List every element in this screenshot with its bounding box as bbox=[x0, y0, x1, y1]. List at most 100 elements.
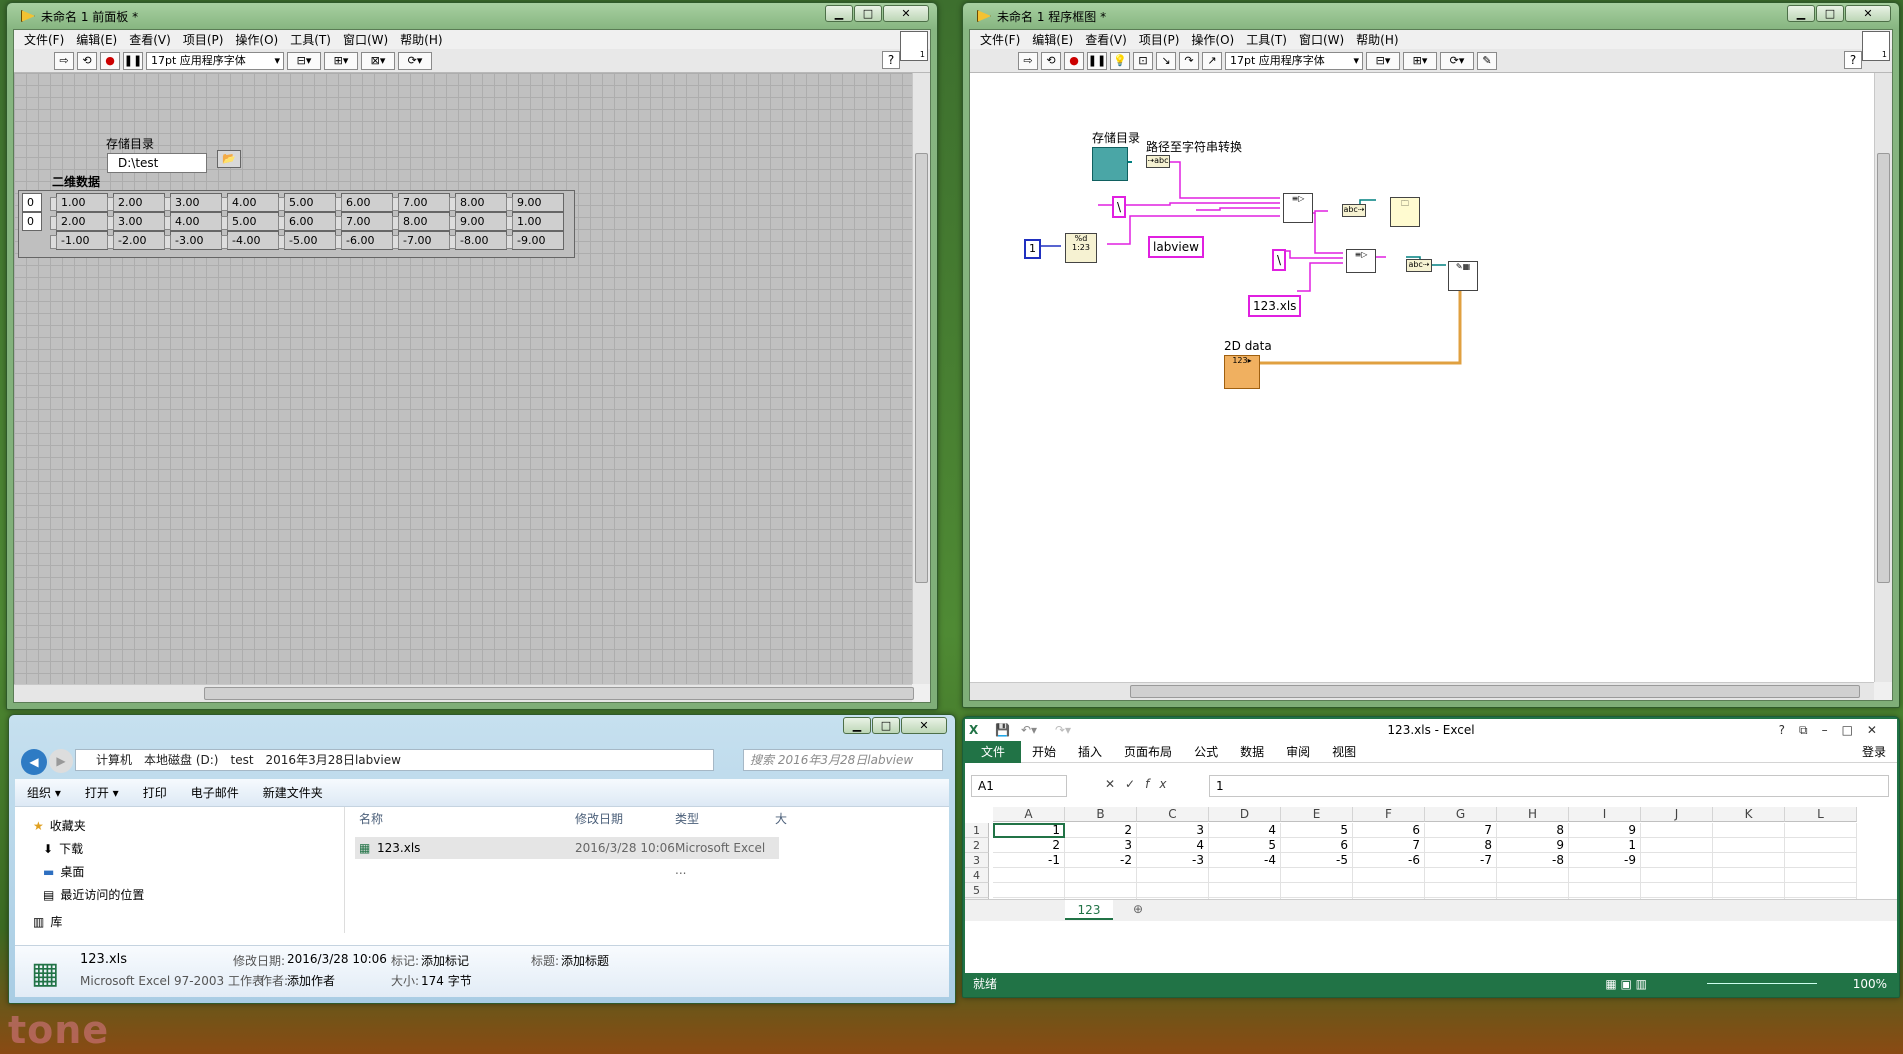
column-header[interactable]: C bbox=[1137, 807, 1209, 822]
tab-formulas[interactable]: 公式 bbox=[1183, 743, 1229, 760]
cell[interactable]: 1 bbox=[1569, 838, 1641, 853]
cell[interactable] bbox=[1713, 838, 1785, 853]
abort-icon[interactable]: ● bbox=[1064, 51, 1084, 70]
block-diagram-hscroll[interactable] bbox=[970, 682, 1874, 700]
cell[interactable]: -7 bbox=[1425, 853, 1497, 868]
cell[interactable] bbox=[1785, 853, 1857, 868]
array-cell[interactable]: 2.00 bbox=[107, 193, 165, 212]
numeric-constant-one[interactable]: 1 bbox=[1024, 239, 1041, 259]
sheet-tab[interactable]: 123 bbox=[1065, 900, 1113, 920]
cell[interactable] bbox=[1713, 823, 1785, 838]
cell[interactable] bbox=[1641, 823, 1713, 838]
backslash-constant-1[interactable]: \ bbox=[1112, 196, 1127, 218]
cell[interactable] bbox=[1785, 883, 1857, 898]
column-header[interactable]: D bbox=[1209, 807, 1281, 822]
cell[interactable] bbox=[1785, 823, 1857, 838]
cell[interactable]: 3 bbox=[1137, 823, 1209, 838]
cell[interactable] bbox=[1641, 883, 1713, 898]
run-continuously-icon[interactable]: ⟲ bbox=[1041, 51, 1061, 70]
abort-icon[interactable]: ● bbox=[100, 51, 120, 70]
cell[interactable] bbox=[1353, 883, 1425, 898]
cell[interactable]: 1 bbox=[993, 823, 1065, 838]
array-cell[interactable]: 3.00 bbox=[107, 212, 165, 231]
menu-view[interactable]: 查看(V) bbox=[123, 31, 177, 48]
forward-button-icon[interactable]: ▶ bbox=[49, 749, 73, 773]
cell[interactable] bbox=[1065, 868, 1137, 883]
cell[interactable] bbox=[1137, 868, 1209, 883]
row-header[interactable]: 5 bbox=[965, 883, 989, 898]
formula-bar[interactable]: 1 bbox=[1209, 775, 1889, 797]
tab-review[interactable]: 审阅 bbox=[1275, 743, 1321, 760]
nav-libraries[interactable]: ▥ 库 bbox=[33, 913, 62, 930]
pause-icon[interactable]: ❚❚ bbox=[1087, 51, 1107, 70]
cell[interactable]: 7 bbox=[1353, 838, 1425, 853]
cell[interactable] bbox=[1425, 868, 1497, 883]
column-header[interactable]: E bbox=[1281, 807, 1353, 822]
breadcrumb-drive[interactable]: 本地磁盘 (D:) bbox=[144, 750, 218, 770]
menu-window[interactable]: 窗口(W) bbox=[1293, 31, 1350, 48]
cell[interactable] bbox=[1641, 838, 1713, 853]
array-cell[interactable]: 6.00 bbox=[278, 212, 336, 231]
tab-insert[interactable]: 插入 bbox=[1067, 743, 1113, 760]
tab-view[interactable]: 视图 bbox=[1321, 743, 1367, 760]
cell[interactable] bbox=[1137, 883, 1209, 898]
font-selector[interactable]: 17pt 应用程序字体 bbox=[1225, 51, 1363, 70]
zoom-level[interactable]: 100% bbox=[1853, 973, 1887, 995]
resize-icon[interactable]: ⊠▾ bbox=[361, 51, 395, 70]
column-type[interactable]: 类型 bbox=[675, 807, 699, 831]
cell[interactable] bbox=[1569, 883, 1641, 898]
hscroll-thumb[interactable] bbox=[1130, 685, 1860, 698]
highlight-execution-icon[interactable]: 💡 bbox=[1110, 51, 1130, 70]
array-cell[interactable]: 4.00 bbox=[164, 212, 222, 231]
close-button[interactable]: ✕ bbox=[883, 5, 929, 22]
breadcrumb-test[interactable]: test bbox=[230, 750, 253, 770]
step-out-icon[interactable]: ↗ bbox=[1202, 51, 1222, 70]
block-diagram-canvas[interactable]: 存储目录 路径至字符串转换 ⇢abc \ labview ≡▷ abc⇢ 🗀 1… bbox=[970, 73, 1874, 682]
menu-window[interactable]: 窗口(W) bbox=[337, 31, 394, 48]
cell[interactable]: 9 bbox=[1569, 823, 1641, 838]
array-cell[interactable]: 8.00 bbox=[392, 212, 450, 231]
view-buttons[interactable]: ▦ ▣ ▥ bbox=[1605, 973, 1647, 995]
array-cell[interactable]: -5.00 bbox=[278, 231, 336, 250]
array-cell[interactable]: -4.00 bbox=[221, 231, 279, 250]
front-panel-vscroll[interactable] bbox=[912, 73, 930, 684]
cell[interactable]: 4 bbox=[1137, 838, 1209, 853]
concatenate-strings-node-2[interactable]: ≡▷ bbox=[1346, 249, 1376, 273]
nav-favorites[interactable]: ★ 收藏夹 bbox=[33, 817, 86, 834]
array-cell[interactable]: -2.00 bbox=[107, 231, 165, 250]
connector-pane-icon[interactable]: 1 bbox=[900, 31, 928, 61]
path-to-string-node[interactable]: ⇢abc bbox=[1146, 155, 1170, 168]
reorder-icon[interactable]: ⟳▾ bbox=[1440, 51, 1474, 70]
step-over-icon[interactable]: ↷ bbox=[1179, 51, 1199, 70]
excel-titlebar[interactable]: X 💾 ↶▾ ↷▾ 123.xls - Excel ?⧉–□✕ bbox=[965, 719, 1897, 741]
cell[interactable] bbox=[1497, 883, 1569, 898]
labview-constant[interactable]: labview bbox=[1148, 236, 1204, 258]
write-to-spreadsheet-file-icon[interactable]: ✎▦ bbox=[1448, 261, 1478, 291]
file-row[interactable]: ▦ 123.xls 2016/3/28 10:06 Microsoft Exce… bbox=[355, 837, 779, 877]
array-cell[interactable]: 4.00 bbox=[221, 193, 279, 212]
cell[interactable]: 4 bbox=[1209, 823, 1281, 838]
array-cell[interactable]: -1.00 bbox=[50, 231, 108, 250]
tab-page-layout[interactable]: 页面布局 bbox=[1113, 743, 1183, 760]
path-terminal[interactable] bbox=[1092, 147, 1128, 181]
format-into-string-node[interactable]: %d 1:23 bbox=[1065, 233, 1097, 263]
distribute-icon[interactable]: ⊞▾ bbox=[324, 51, 358, 70]
block-diagram-vscroll[interactable] bbox=[1874, 73, 1892, 682]
redo-icon[interactable]: ↷▾ bbox=[1055, 719, 1071, 741]
open-button[interactable]: 打开 ▾ bbox=[73, 784, 131, 801]
cell[interactable]: 8 bbox=[1497, 823, 1569, 838]
breadcrumb-computer[interactable]: 计算机 bbox=[96, 750, 132, 770]
array-row-index[interactable]: 0 bbox=[22, 193, 42, 212]
cell[interactable] bbox=[1497, 868, 1569, 883]
run-arrow-icon[interactable]: ⇨ bbox=[1018, 51, 1038, 70]
array-cell[interactable]: -9.00 bbox=[506, 231, 564, 250]
column-header[interactable]: L bbox=[1785, 807, 1857, 822]
array-cell[interactable]: -7.00 bbox=[392, 231, 450, 250]
cell[interactable] bbox=[1713, 883, 1785, 898]
cell[interactable] bbox=[1713, 868, 1785, 883]
cell[interactable]: 6 bbox=[1353, 823, 1425, 838]
filename-constant[interactable]: 123.xls bbox=[1248, 295, 1302, 317]
undo-icon[interactable]: ↶▾ bbox=[1021, 719, 1037, 741]
cell[interactable]: 7 bbox=[1425, 823, 1497, 838]
array-cell[interactable]: 8.00 bbox=[449, 193, 507, 212]
